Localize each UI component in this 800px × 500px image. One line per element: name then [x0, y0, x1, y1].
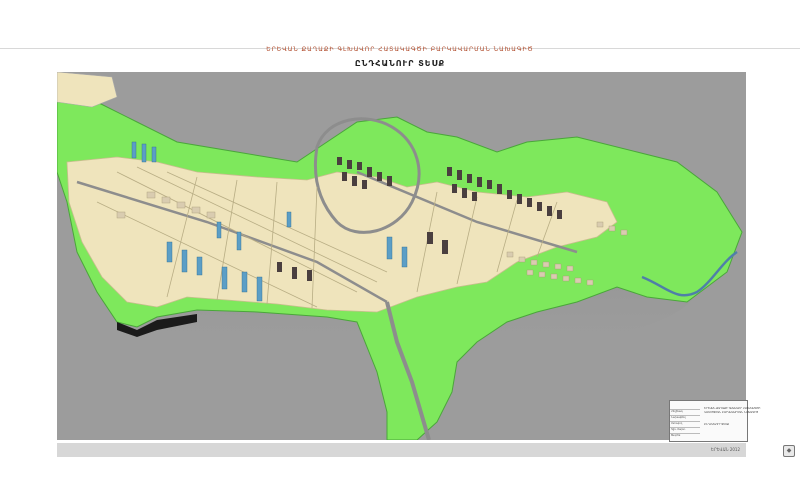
- title-block-row: Տնօրեն: [671, 434, 681, 437]
- sheet-title: ԵՐԵՎԱՆ ՔԱՂԱՔԻ ԳԼԽԱՎՈՐ ՀԱՏԱԿԱԳԾԻ ԲԱՐԿԱՎԱՐ…: [266, 46, 534, 53]
- title-block-org-line: ԿԱՌՈՒՑՄԱՆ ԲԱՐԿԱՎԱՐՄԱՆ ՆԱԽԱԳԻԾ: [704, 411, 759, 414]
- title-block-row: Հեղինակ: [671, 410, 683, 413]
- stamp-icon: ◆: [783, 445, 795, 457]
- title-block-row: Ստուգող: [671, 422, 683, 425]
- sheet-subtitle: ԸՆԴՀԱՆՈՒՐ ՏԵՍՔ: [354, 59, 446, 68]
- city-model-render: [57, 72, 743, 440]
- title-block: Հեղինակ Նախագծող Ստուգող Գլխ. ճարտ. Տնօր…: [669, 400, 760, 442]
- title-block-drawing-name: ԸՆԴՀԱՆՈՒՐ ՏԵՍՔ: [704, 423, 729, 426]
- title-block-org-line: ԵՐԵՎԱՆ ՔԱՂԱՔԻ ԳԼԽԱՎՈՐ ՀԱՏԱԿԱԳԾԻ: [704, 407, 761, 410]
- annex-ground: [57, 72, 118, 108]
- title-block-row: Գլխ. ճարտ.: [671, 428, 686, 431]
- title-block-row: Նախագծող: [671, 416, 686, 419]
- title-block-signature-grid: Հեղինակ Նախագծող Ստուգող Գլխ. ճարտ. Տնօր…: [670, 401, 700, 441]
- footer-label: ԵՐԵՎԱՆ 2012: [710, 447, 740, 452]
- 3d-city-model-view[interactable]: [57, 72, 746, 440]
- footer-bar: ԵՐԵՎԱՆ 2012: [57, 443, 746, 457]
